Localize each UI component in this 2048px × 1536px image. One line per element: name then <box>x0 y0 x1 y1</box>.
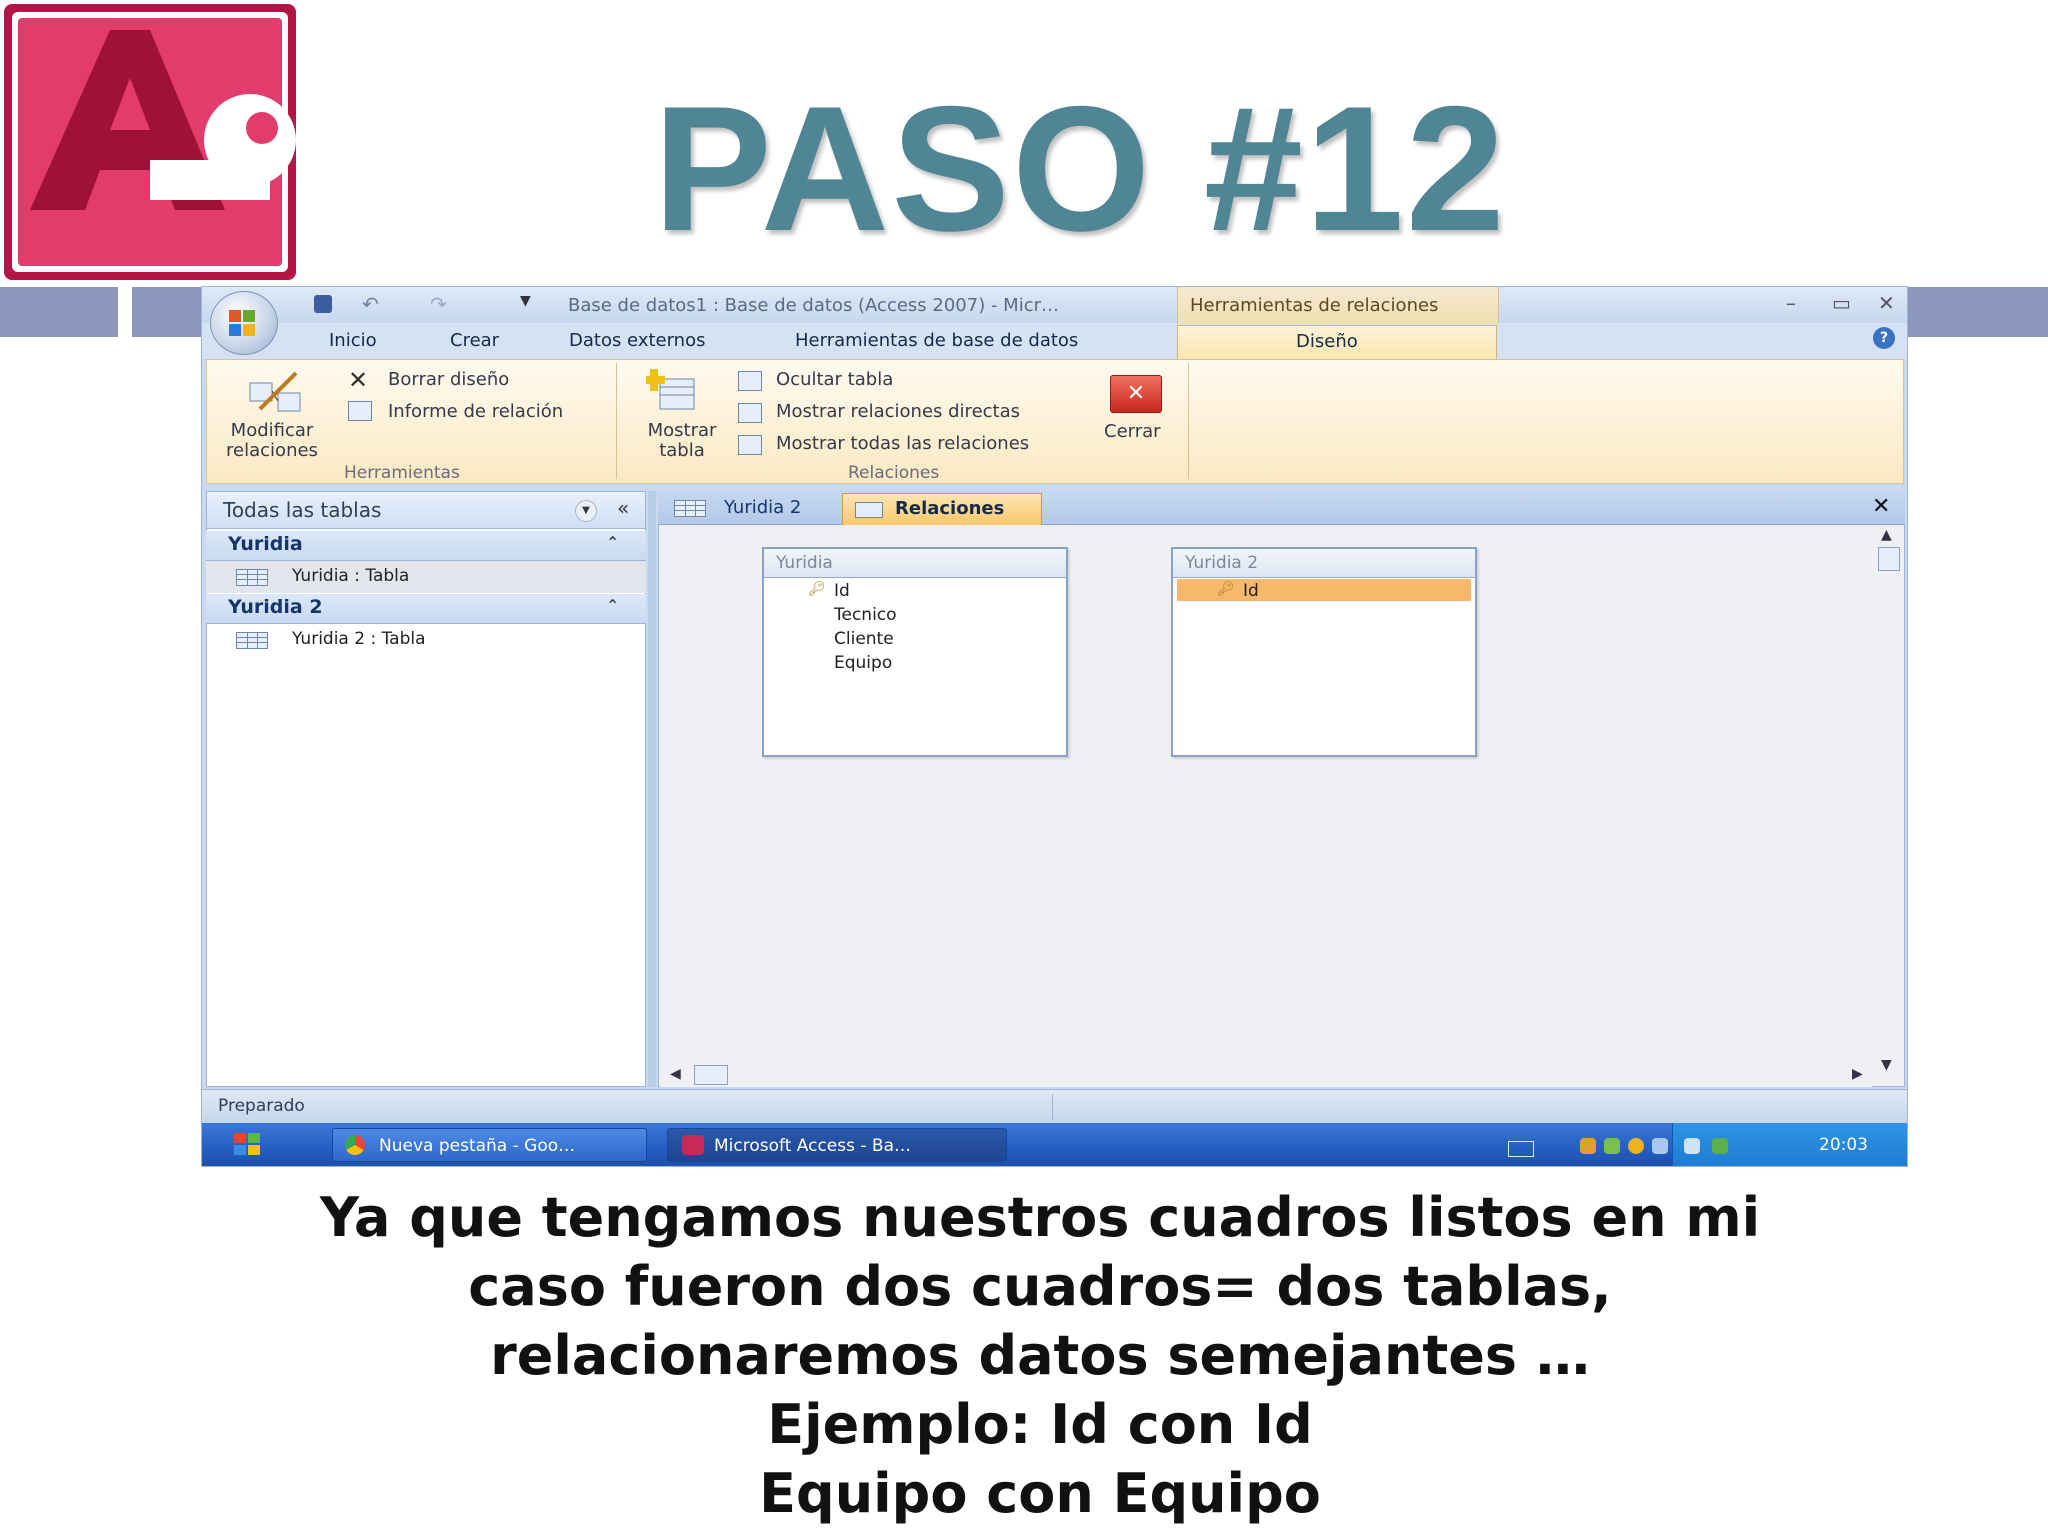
scroll-right-icon[interactable]: ▶ <box>1852 1066 1863 1082</box>
scroll-left-icon[interactable]: ◀ <box>670 1066 681 1082</box>
clear-layout-button[interactable]: Borrar diseño <box>388 369 509 390</box>
group-label-herramientas: Herramientas <box>344 463 460 483</box>
horizontal-scrollbar[interactable]: ◀ ▶ <box>660 1063 1872 1087</box>
nav-header[interactable]: Todas las tablas ▼ « <box>206 491 646 529</box>
relation-table-yuridia[interactable]: Yuridia 🔑︎ Id Tecnico Cliente Equipo <box>762 547 1068 757</box>
keyboard-icon[interactable] <box>1508 1141 1534 1157</box>
caption-line: Ejemplo: Id con Id <box>767 1393 1313 1456</box>
context-title: Herramientas de relaciones <box>1177 287 1499 323</box>
scroll-thumb-horizontal[interactable] <box>694 1065 728 1085</box>
relationships-icon <box>855 502 883 518</box>
window-title: Base de datos1 : Base de datos (Access 2… <box>568 295 1060 316</box>
show-table-button[interactable]: Mostrar tabla <box>632 421 732 461</box>
modify-relations-icon <box>249 371 301 412</box>
close-window-button[interactable]: ✕ <box>1878 291 1895 315</box>
direct-relations-icon <box>738 403 762 423</box>
caption-line: caso fueron dos cuadros= dos tablas, <box>468 1255 1612 1318</box>
vertical-scrollbar[interactable]: ▲ ▼ <box>1874 527 1902 1083</box>
tab-herramientas-bd[interactable]: Herramientas de base de datos <box>795 330 1078 351</box>
chevron-up-icon: ⌃ <box>606 533 620 552</box>
decorative-band-right <box>1908 287 2048 337</box>
table-name: Yuridia <box>776 553 833 573</box>
caption-line: relacionaremos datos semejantes … <box>490 1324 1590 1387</box>
office-button[interactable] <box>210 291 278 355</box>
messenger-icon[interactable] <box>1684 1138 1700 1154</box>
taskbar-item-access[interactable]: Microsoft Access - Ba… <box>667 1128 1007 1162</box>
nav-dropdown-icon[interactable]: ▼ <box>575 500 597 522</box>
taskbar-clock: 20:03 <box>1819 1135 1868 1155</box>
pane-splitter[interactable] <box>648 491 656 1087</box>
doc-tab-yuridia-2[interactable]: Yuridia 2 <box>668 493 838 523</box>
field-equipo[interactable]: Equipo <box>834 653 892 673</box>
nav-item-yuridia[interactable]: Yuridia : Tabla <box>206 561 646 593</box>
table-icon <box>236 632 268 649</box>
all-relations-icon <box>738 435 762 455</box>
minimize-button[interactable]: – <box>1786 291 1796 315</box>
modify-relations-button[interactable]: Modificar relaciones <box>218 421 326 461</box>
report-icon <box>348 401 372 421</box>
group-label-relaciones: Relaciones <box>848 463 940 483</box>
field-id[interactable]: Id <box>834 581 850 601</box>
show-all-relations-button[interactable]: Mostrar todas las relaciones <box>776 433 1029 454</box>
close-button[interactable]: Cerrar <box>1104 421 1161 442</box>
hide-table-button[interactable]: Ocultar tabla <box>776 369 893 390</box>
nav-collapse-icon[interactable]: « <box>617 496 629 520</box>
nav-group-yuridia-2[interactable]: Yuridia 2 ⌃ <box>206 594 646 624</box>
nav-group-yuridia[interactable]: Yuridia ⌃ <box>206 531 646 561</box>
slide-title: PASO #12 <box>653 69 1507 268</box>
relation-report-button[interactable]: Informe de relación <box>388 401 563 422</box>
show-table-icon <box>646 369 695 410</box>
undo-icon[interactable]: ↶ <box>362 292 379 316</box>
table-name: Yuridia 2 <box>1185 553 1259 573</box>
primary-key-icon: 🔑︎ <box>1217 581 1235 597</box>
nav-item-yuridia-2[interactable]: Yuridia 2 : Tabla <box>206 624 646 656</box>
close-relations-icon: ✕ <box>1110 375 1162 413</box>
access-logo-icon <box>4 4 296 280</box>
hide-table-icon <box>738 371 762 391</box>
status-bar: Preparado <box>202 1089 1907 1124</box>
tab-datos-externos[interactable]: Datos externos <box>569 330 706 351</box>
tab-inicio[interactable]: Inicio <box>329 330 377 351</box>
doc-tab-relaciones[interactable]: Relaciones <box>842 493 1042 525</box>
customize-qat-icon[interactable]: ▼ <box>520 293 531 309</box>
network-icon[interactable] <box>1604 1138 1620 1154</box>
redo-icon[interactable]: ↷ <box>430 292 447 316</box>
table-icon <box>674 500 706 517</box>
clear-layout-icon: ✕ <box>348 366 369 394</box>
primary-key-icon: 🔑︎ <box>808 581 826 597</box>
field-id[interactable]: Id <box>1243 581 1259 601</box>
chevron-up-icon: ⌃ <box>606 596 620 615</box>
show-direct-relations-button[interactable]: Mostrar relaciones directas <box>776 401 1020 422</box>
caption-line: Ya que tengamos nuestros cuadros listos … <box>319 1186 1761 1249</box>
start-button[interactable] <box>232 1129 266 1161</box>
access-window: ↶ ↷ ▼ Base de datos1 : Base de datos (Ac… <box>201 286 1908 1167</box>
scroll-thumb[interactable] <box>1878 547 1900 571</box>
field-cliente[interactable]: Cliente <box>834 629 894 649</box>
scroll-up-icon[interactable]: ▲ <box>1881 527 1892 543</box>
save-icon[interactable] <box>314 295 332 313</box>
status-text: Preparado <box>218 1096 305 1116</box>
update-icon[interactable] <box>1628 1138 1644 1154</box>
chrome-icon <box>345 1135 365 1155</box>
tab-crear[interactable]: Crear <box>450 330 499 351</box>
decorative-band-middle <box>132 287 202 337</box>
decorative-band-left <box>0 287 118 337</box>
status-separator <box>1052 1094 1053 1120</box>
field-tecnico[interactable]: Tecnico <box>834 605 897 625</box>
windows-flag-icon <box>234 1133 246 1143</box>
system-tray <box>1672 1123 1907 1166</box>
close-document-icon[interactable]: ✕ <box>1872 494 1890 519</box>
access-app-icon <box>682 1135 704 1155</box>
maximize-button[interactable]: ▭ <box>1832 291 1851 315</box>
caption-line: Equipo con Equipo <box>759 1462 1321 1525</box>
display-icon[interactable] <box>1652 1138 1668 1154</box>
table-icon <box>236 569 268 586</box>
help-icon[interactable]: ? <box>1873 327 1895 349</box>
taskbar-item-chrome[interactable]: Nueva pestaña - Goo… <box>332 1128 647 1162</box>
antivirus-icon[interactable] <box>1712 1138 1728 1154</box>
scroll-down-icon[interactable]: ▼ <box>1881 1057 1892 1073</box>
volume-icon[interactable] <box>1580 1138 1596 1154</box>
slide-caption: Ya que tengamos nuestros cuadros listos … <box>120 1183 1960 1528</box>
relation-table-yuridia-2[interactable]: Yuridia 2 🔑︎ Id <box>1171 547 1477 757</box>
